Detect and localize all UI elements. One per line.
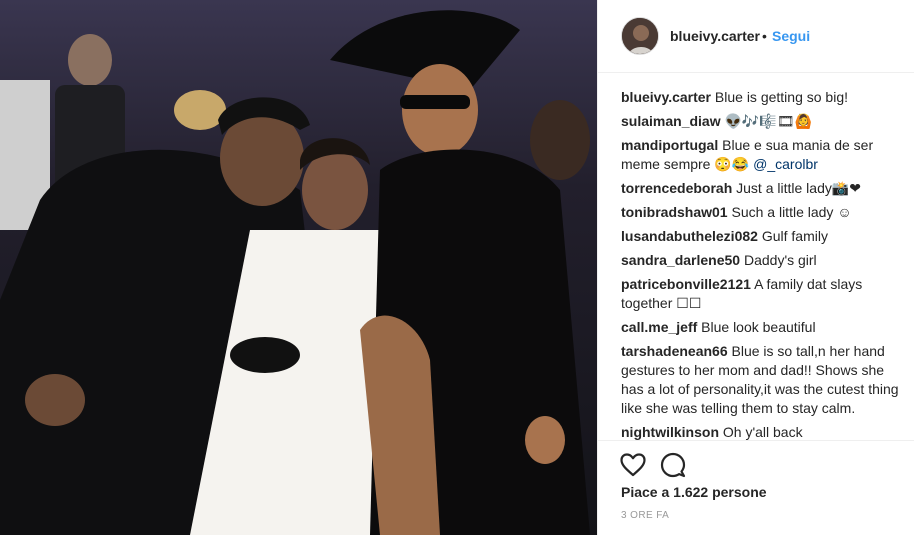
comment-item: sandra_darlene50 Daddy's girl (621, 251, 906, 270)
comment-username[interactable]: tonibradshaw01 (621, 204, 728, 220)
comment-username[interactable]: nightwilkinson (621, 424, 719, 440)
comment-text: Such a little lady ☺ (731, 204, 852, 220)
comment-item: torrencedeborah Just a little lady📸❤ (621, 179, 906, 198)
avatar[interactable] (621, 17, 659, 55)
comment-mention-link[interactable]: @_carolbr (753, 156, 818, 172)
post-timestamp[interactable]: 3 ORE FA (621, 510, 669, 521)
comment-text: Daddy's girl (743, 252, 817, 268)
avatar-image (622, 18, 658, 54)
comment-item: lusandabuthelezi082 Gulf family (621, 227, 906, 246)
comment-text: Blue look beautiful (701, 319, 816, 335)
post-header: blueivy.carter • Segui (598, 0, 914, 73)
comment-text: Gulf family (761, 228, 828, 244)
post-sidebar: blueivy.carter • Segui blueivy.carter Bl… (597, 0, 914, 535)
comment-item: call.me_jeff Blue look beautiful (621, 318, 906, 337)
comment-text: Oh y'all back (722, 424, 803, 440)
comment-username[interactable]: patricebonville2121 (621, 276, 751, 292)
heart-icon[interactable] (620, 453, 646, 482)
comment-container: sulaiman_diaw 👽🎶🎼🎞🙆 mandiportugal Blue e … (621, 112, 906, 442)
author-username[interactable]: blueivy.carter (670, 28, 760, 44)
comment-username[interactable]: mandiportugal (621, 137, 718, 153)
comment-bubble-icon[interactable] (660, 452, 686, 483)
follow-button[interactable]: Segui (772, 28, 810, 44)
comment-item: sulaiman_diaw 👽🎶🎼🎞🙆 (621, 112, 906, 131)
comment-item: tonibradshaw01 Such a little lady ☺ (621, 203, 906, 222)
comment-text: Just a little lady📸❤ (736, 180, 862, 196)
comment-username[interactable]: sandra_darlene50 (621, 252, 740, 268)
likes-count[interactable]: Piace a 1.622 persone (621, 484, 767, 500)
header-separator: • (762, 28, 767, 44)
comments-list: blueivy.carter Blue is getting so big! s… (621, 88, 906, 447)
comment-username[interactable]: torrencedeborah (621, 180, 732, 196)
caption-text: Blue is getting so big! (714, 89, 848, 105)
comment-username[interactable]: sulaiman_diaw (621, 113, 721, 129)
caption-username[interactable]: blueivy.carter (621, 89, 711, 105)
comment-username[interactable]: lusandabuthelezi082 (621, 228, 758, 244)
comment-item: tarshadenean66 Blue is so tall,n her han… (621, 342, 906, 418)
comment-text: 👽🎶🎼🎞🙆 (724, 113, 812, 129)
comment-item: mandiportugal Blue e sua mania de ser me… (621, 136, 906, 174)
comment-username[interactable]: call.me_jeff (621, 319, 697, 335)
comment-item: patricebonville2121 A family dat slays t… (621, 275, 906, 313)
post-photo-illustration (0, 0, 597, 535)
caption: blueivy.carter Blue is getting so big! (621, 88, 906, 107)
comment-username[interactable]: tarshadenean66 (621, 343, 728, 359)
post-photo[interactable] (0, 0, 597, 535)
